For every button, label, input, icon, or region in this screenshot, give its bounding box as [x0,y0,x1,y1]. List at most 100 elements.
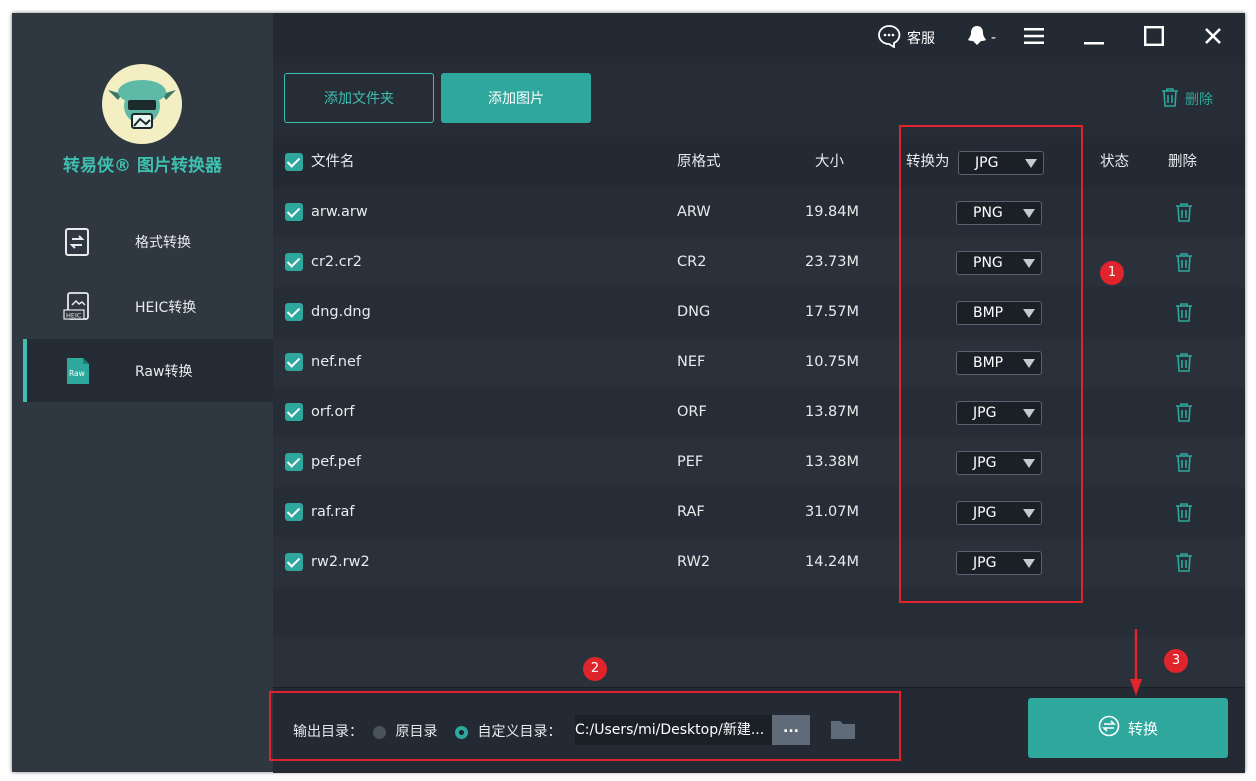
heic-icon: HEIC [62,291,94,323]
row-checkbox[interactable] [285,503,303,521]
file-orig-format: NEF [677,354,706,370]
sidebar-item-label: Raw转换 [135,364,193,380]
title-bar: 客服 - [273,13,1245,63]
app-window: 转易侠® 图片转换器 格式转换 HEIC HEIC转换 Raw Raw转换 客服… [12,13,1245,773]
file-orig-format: ARW [677,204,711,220]
highlight-box-output-dir [269,691,901,761]
row-checkbox[interactable] [285,553,303,571]
table-row[interactable]: nef.nef NEF 10.75M BMP [273,337,1245,387]
row-checkbox[interactable] [285,253,303,271]
support-label: 客服 [907,31,935,47]
file-name: raf.raf [311,504,355,520]
file-size: 10.75M [805,354,860,370]
highlight-box-convert-column [899,125,1083,603]
file-name: dng.dng [311,304,371,320]
annotation-badge-1: 1 [1100,261,1124,285]
file-name: nef.nef [311,354,361,370]
file-orig-format: DNG [677,304,711,320]
convert-icon [62,226,94,258]
trash-icon [1161,87,1179,111]
row-checkbox[interactable] [285,353,303,371]
file-name: rw2.rw2 [311,554,370,570]
file-name: pef.pef [311,454,362,470]
sidebar-item-label: 格式转换 [135,235,191,251]
sidebar-item-heic-convert[interactable]: HEIC HEIC转换 [23,275,273,338]
row-checkbox[interactable] [285,453,303,471]
table-row[interactable]: raf.raf RAF 31.07M JPG [273,487,1245,537]
table-row[interactable]: rw2.rw2 RW2 14.24M JPG [273,537,1245,587]
close-icon [1204,27,1222,49]
table-header: 文件名 原格式 大小 转换为 JPG 状态 删除 [273,137,1245,187]
raw-icon: Raw [62,355,94,387]
svg-text:Raw: Raw [69,369,85,378]
menu-button[interactable] [1024,23,1044,53]
sidebar-item-raw-convert[interactable]: Raw Raw转换 [23,339,273,402]
row-delete-trash-icon[interactable] [1175,502,1193,526]
table-row[interactable]: orf.orf ORF 13.87M JPG [273,387,1245,437]
file-name: arw.arw [311,204,368,220]
row-delete-trash-icon[interactable] [1175,352,1193,376]
toolbar: 添加文件夹 添加图片 删除 [273,63,1245,137]
maximize-button[interactable] [1144,23,1165,53]
app-brand-title: 转易侠® 图片转换器 [63,156,222,176]
row-checkbox[interactable] [285,303,303,321]
file-name: orf.orf [311,404,355,420]
annotation-arrow [1129,629,1143,701]
file-orig-format: PEF [677,454,704,470]
row-delete-trash-icon[interactable] [1175,552,1193,576]
convert-icon [1098,715,1120,741]
user-button[interactable]: - [967,23,996,53]
svg-text:HEIC: HEIC [66,312,82,320]
file-name: cr2.cr2 [311,254,362,270]
minimize-button[interactable] [1084,23,1104,53]
table-empty-row [273,637,1245,687]
row-delete-trash-icon[interactable] [1175,302,1193,326]
table-row[interactable]: arw.arw ARW 19.84M PNG [273,187,1245,237]
sidebar-item-format-convert[interactable]: 格式转换 [23,210,273,273]
minimize-icon [1084,27,1104,49]
file-size: 23.73M [805,254,860,270]
annotation-badge-3: 3 [1164,649,1188,673]
row-checkbox[interactable] [285,403,303,421]
maximize-icon [1144,26,1165,50]
add-folder-button[interactable]: 添加文件夹 [284,73,434,123]
convert-label: 转换 [1127,719,1158,738]
header-orig-format: 原格式 [677,154,721,170]
select-all-checkbox[interactable] [285,153,303,171]
header-status: 状态 [1100,154,1129,170]
row-delete-trash-icon[interactable] [1175,402,1193,426]
table-row[interactable]: dng.dng DNG 17.57M BMP [273,287,1245,337]
delete-all-label: 删除 [1185,92,1213,108]
row-delete-trash-icon[interactable] [1175,452,1193,476]
table-row[interactable]: pef.pef PEF 13.38M JPG [273,437,1245,487]
file-size: 13.38M [805,454,860,470]
row-delete-trash-icon[interactable] [1175,202,1193,226]
file-size: 17.57M [805,304,860,320]
sidebar-item-label: HEIC转换 [135,300,197,316]
file-size: 31.07M [805,504,860,520]
file-orig-format: ORF [677,404,707,420]
row-delete-trash-icon[interactable] [1175,252,1193,276]
file-size: 13.87M [805,404,860,420]
add-images-button[interactable]: 添加图片 [441,73,591,123]
convert-button[interactable]: 转换 [1028,698,1228,758]
file-size: 14.24M [805,554,860,570]
header-size: 大小 [815,154,844,170]
close-button[interactable] [1204,23,1222,53]
table-row[interactable]: cr2.cr2 CR2 23.73M PNG [273,237,1245,287]
file-orig-format: RW2 [677,554,711,570]
table-empty-row [273,587,1245,637]
app-logo [102,64,182,144]
user-label: - [991,30,997,46]
chat-icon [877,24,901,52]
file-size: 19.84M [805,204,860,220]
support-button[interactable]: 客服 [877,23,935,53]
file-orig-format: RAF [677,504,705,520]
row-checkbox[interactable] [285,203,303,221]
header-delete: 删除 [1168,154,1197,170]
user-icon [967,25,987,51]
header-filename: 文件名 [311,154,355,170]
main-panel: 客服 - 添加文件夹 添加图片 删除 文件名 原格式 大小 转换为 JPG 状态… [273,13,1245,773]
delete-all-button[interactable]: 删除 [1161,87,1213,111]
menu-icon [1024,27,1044,49]
